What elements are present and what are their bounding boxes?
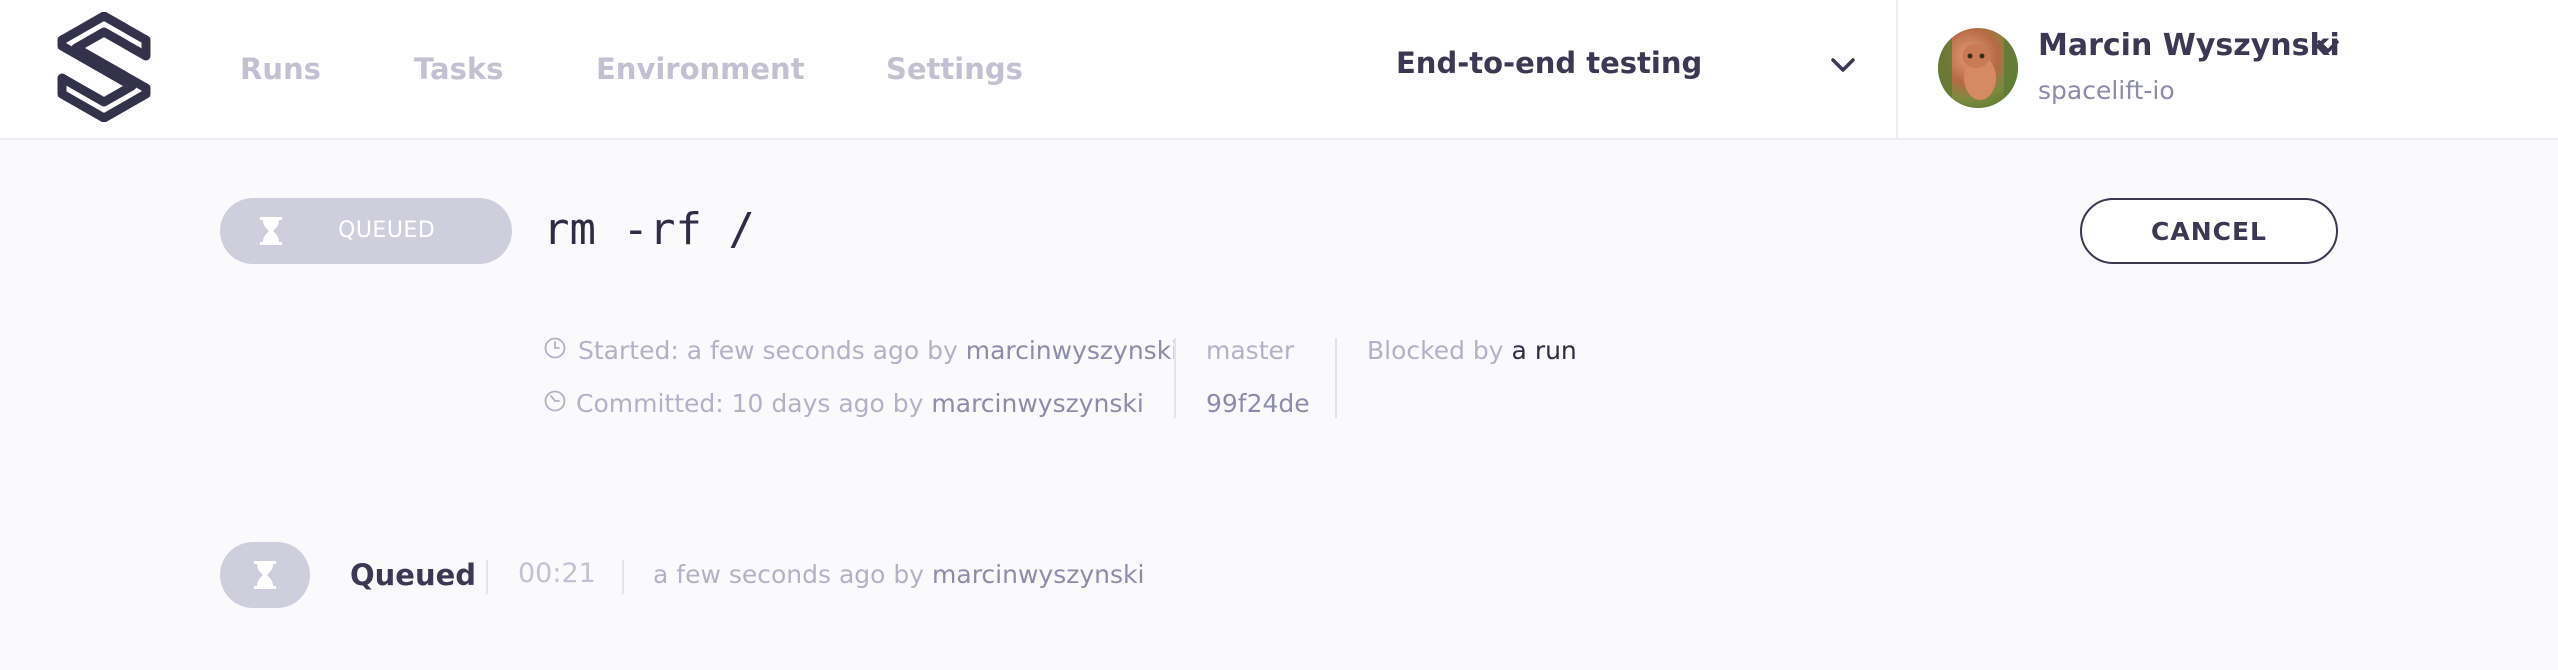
history-state: Queued — [350, 558, 477, 592]
clock-icon — [544, 337, 566, 359]
run-blocked-prefix: Blocked by — [1367, 336, 1504, 365]
avatar-image — [1938, 28, 2018, 108]
meta-divider — [1335, 338, 1337, 418]
user-name[interactable]: Marcin Wyszynski — [2038, 28, 2340, 63]
chevron-down-icon[interactable] — [1830, 56, 1856, 74]
meta-divider — [1174, 338, 1176, 418]
history-divider — [622, 560, 624, 594]
run-committed: Committed: 10 days ago by marcinwyszynsk… — [576, 389, 1144, 418]
history-state-badge — [220, 542, 310, 608]
hourglass-icon — [254, 561, 276, 589]
run-started-user[interactable]: marcinwyszynski — [966, 336, 1178, 365]
run-started-prefix: Started: a few seconds ago by — [578, 336, 958, 365]
nav-tasks[interactable]: Tasks — [414, 52, 503, 86]
run-blocked: Blocked by a run — [1367, 336, 1577, 365]
stack-selector[interactable]: End-to-end testing — [1396, 46, 1702, 80]
run-committed-user[interactable]: marcinwyszynski — [931, 389, 1143, 418]
nav-environment[interactable]: Environment — [596, 52, 805, 86]
nav-runs[interactable]: Runs — [240, 52, 321, 86]
history-user[interactable]: marcinwyszynski — [932, 560, 1144, 589]
run-blocked-link[interactable]: a run — [1512, 336, 1577, 365]
user-org: spacelift-io — [2038, 76, 2175, 105]
cancel-button[interactable]: CANCEL — [2080, 198, 2338, 264]
run-commit-hash-link[interactable]: 99f24de — [1206, 389, 1310, 418]
run-committed-prefix: Committed: 10 days ago by — [576, 389, 924, 418]
history-divider — [486, 560, 488, 594]
history-duration: 00:21 — [518, 558, 596, 589]
run-commit-hash: 99f24de — [1206, 389, 1310, 418]
hourglass-icon — [260, 217, 282, 245]
commit-clock-icon — [544, 390, 566, 412]
run-branch: master — [1206, 336, 1295, 365]
spacelift-logo[interactable] — [56, 12, 152, 122]
run-status-badge: QUEUED — [220, 198, 512, 264]
nav-settings[interactable]: Settings — [886, 52, 1023, 86]
chevron-down-icon[interactable] — [2316, 38, 2340, 55]
top-bar: Runs Tasks Environment Settings End-to-e… — [0, 0, 2558, 140]
run-status-label: QUEUED — [338, 218, 436, 243]
header-divider — [1896, 0, 1898, 138]
run-title: rm -rf / — [543, 204, 755, 255]
avatar[interactable] — [1938, 28, 2018, 108]
history-time: a few seconds ago by marcinwyszynski — [653, 560, 1144, 589]
history-time-prefix: a few seconds ago by — [653, 560, 925, 589]
run-started: Started: a few seconds ago by marcinwysz… — [578, 336, 1178, 365]
